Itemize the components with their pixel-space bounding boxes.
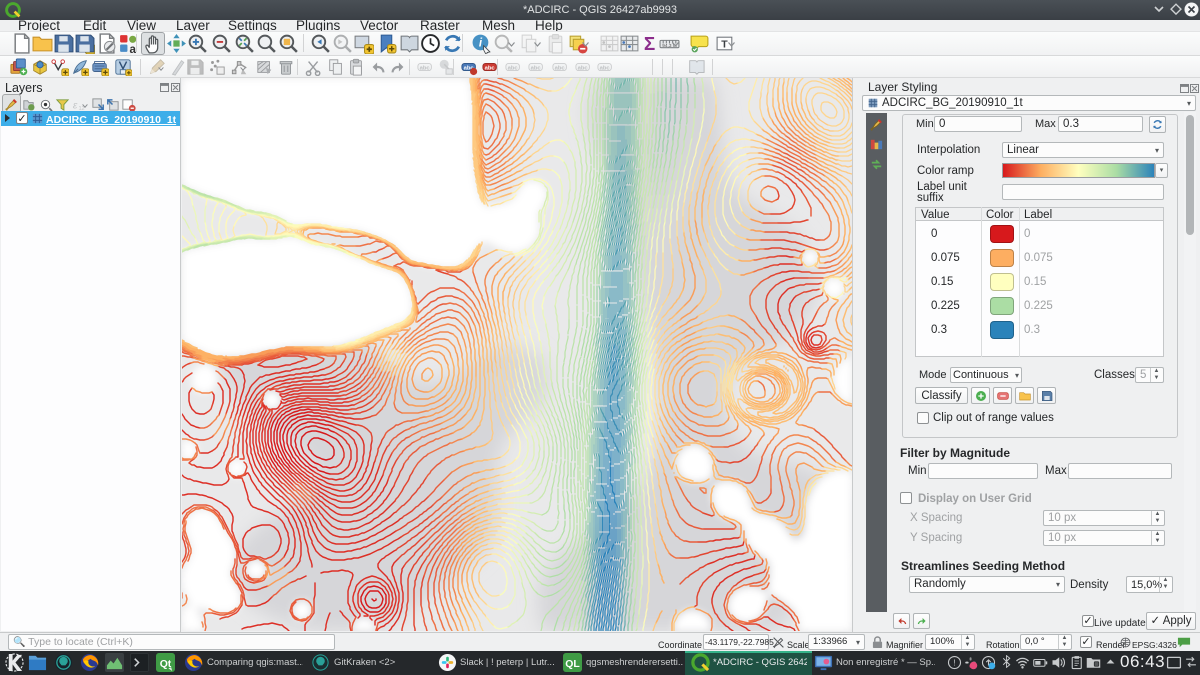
svg-text:Σ: Σ bbox=[644, 34, 655, 54]
svg-text:abc: abc bbox=[531, 65, 542, 71]
svg-text:abc: abc bbox=[578, 65, 589, 71]
svg-text:abc: abc bbox=[555, 65, 566, 71]
svg-text:QL: QL bbox=[565, 659, 580, 670]
svg-text:!: ! bbox=[953, 659, 955, 668]
svg-text:abc: abc bbox=[600, 65, 611, 71]
svg-text:abc: abc bbox=[420, 65, 431, 71]
svg-text:ε: ε bbox=[73, 100, 78, 111]
svg-text:abc: abc bbox=[508, 65, 519, 71]
svg-text:abc: abc bbox=[485, 65, 496, 71]
